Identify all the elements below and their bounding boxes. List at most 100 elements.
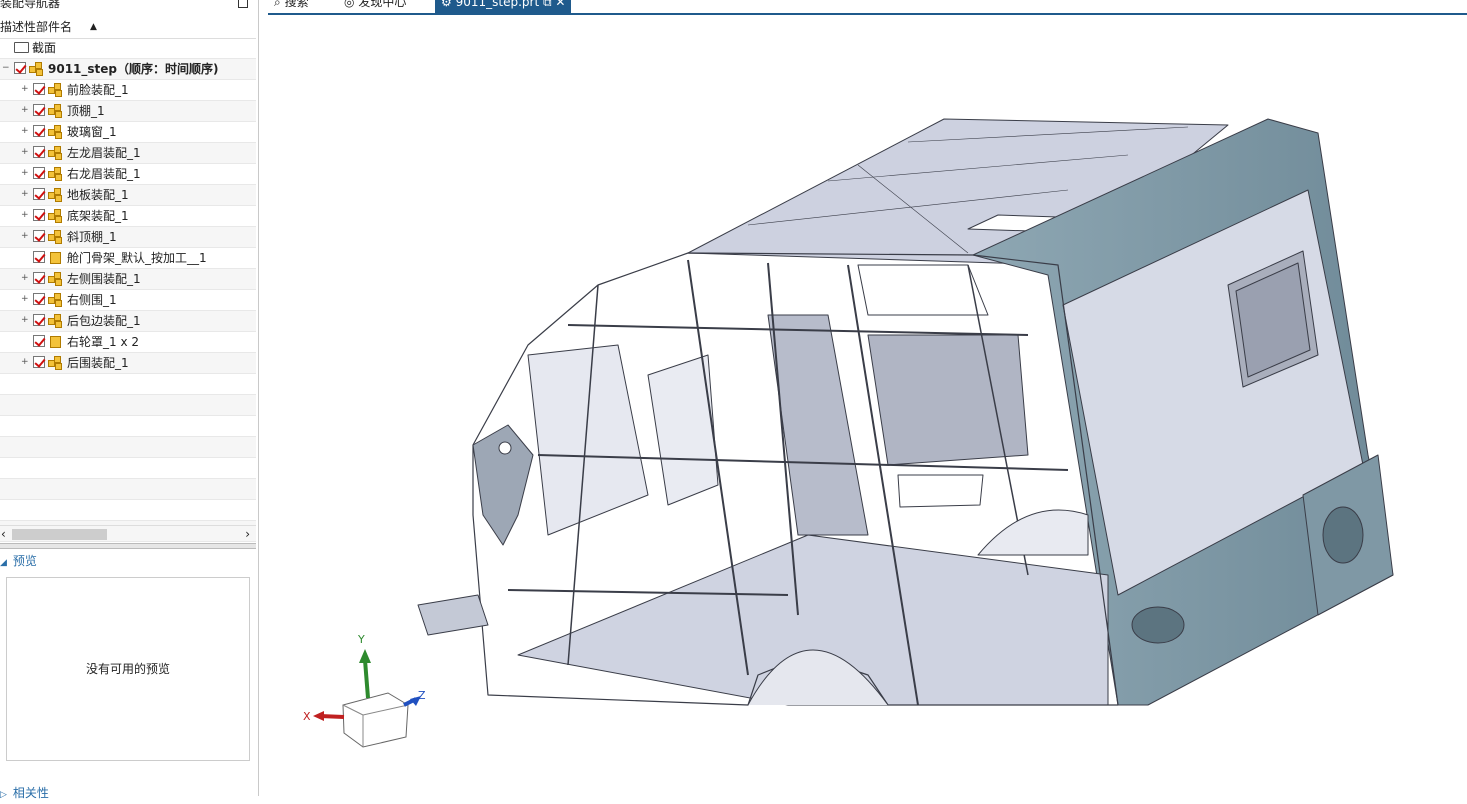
tree-node[interactable]: + 顶棚_1 (0, 101, 256, 122)
assembly-icon (48, 83, 64, 98)
empty-row (0, 479, 256, 500)
visibility-checkbox[interactable] (33, 146, 45, 158)
tree-node[interactable]: + 地板装配_1 (0, 185, 256, 206)
visibility-checkbox[interactable] (33, 188, 45, 200)
expand-node-icon[interactable]: + (21, 274, 29, 283)
visibility-checkbox[interactable] (14, 62, 26, 74)
tree-node[interactable]: + 后包边装配_1 (0, 311, 256, 332)
tree-node-label: 右侧围_1 (67, 293, 117, 307)
visibility-checkbox[interactable] (33, 125, 45, 137)
tab-part-file[interactable]: ⚙ 9011_step.prt ⧉ ✕ (435, 0, 572, 13)
horizontal-scrollbar[interactable]: ‹ › (0, 525, 256, 543)
expand-node-icon[interactable]: + (21, 106, 29, 115)
x-axis-label: X (303, 710, 311, 723)
tree-node[interactable]: + 左龙眉装配_1 (0, 143, 256, 164)
expand-node-icon[interactable]: + (21, 211, 29, 220)
tab-part-file-label: 9011_step.prt (455, 0, 540, 9)
tree-node-label: 左侧围装配_1 (67, 272, 141, 286)
visibility-checkbox[interactable] (33, 83, 45, 95)
tree-node[interactable]: + 底架装配_1 (0, 206, 256, 227)
tree-node-label: 地板装配_1 (67, 188, 129, 202)
tree-node[interactable]: 截面 (0, 38, 256, 59)
expand-node-icon[interactable]: + (21, 85, 29, 94)
maximize-icon[interactable] (238, 0, 248, 8)
popout-icon[interactable]: ⧉ (543, 0, 552, 9)
tree-node-label: 9011_step（顺序：时间顺序) (48, 62, 219, 76)
tree-node-label: 后围装配_1 (67, 356, 129, 370)
collapse-node-icon[interactable]: − (2, 64, 10, 73)
preview-empty-message: 没有可用的预览 (85, 662, 170, 676)
visibility-checkbox[interactable] (33, 272, 45, 284)
tree-node-label: 舱门骨架_默认_按加工__1 (67, 251, 207, 265)
visibility-checkbox[interactable] (33, 314, 45, 326)
scrollbar-thumb[interactable] (12, 529, 107, 540)
expand-node-icon[interactable]: + (21, 295, 29, 304)
dependencies-section-header[interactable]: ▷ 相关性 (0, 784, 49, 802)
tree-node[interactable]: − 9011_step（顺序：时间顺序) (0, 59, 256, 80)
expand-node-icon[interactable]: + (21, 232, 29, 241)
visibility-checkbox[interactable] (33, 356, 45, 368)
preview-section-header[interactable]: ◢ 预览 (0, 552, 37, 570)
caravan-3d-model[interactable]: Y X Z (268, 15, 1467, 796)
tree-node[interactable]: + 右侧围_1 (0, 290, 256, 311)
tree-node-label: 前脸装配_1 (67, 83, 129, 97)
scroll-right-icon[interactable]: › (245, 526, 250, 543)
tab-discovery-center[interactable]: ◎ 发现中心 (344, 0, 406, 13)
graphics-viewport[interactable]: Y X Z (268, 15, 1467, 796)
tree-node-label: 截面 (32, 41, 57, 55)
document-tab-bar: ⌕ 搜索 ◎ 发现中心 ⚙ 9011_step.prt ⧉ ✕ (268, 0, 1467, 15)
view-triad: Y X Z (303, 633, 426, 748)
search-icon: ⌕ (274, 0, 281, 9)
tab-search[interactable]: ⌕ 搜索 (274, 0, 309, 13)
assembly-icon (48, 188, 64, 203)
empty-row (0, 458, 256, 479)
discovery-icon: ◎ (344, 0, 355, 9)
visibility-checkbox[interactable] (33, 209, 45, 221)
tree-node-label: 斜顶棚_1 (67, 230, 117, 244)
expand-icon: ▷ (0, 790, 7, 800)
tree-node[interactable]: + 左侧围装配_1 (0, 269, 256, 290)
assembly-icon (48, 272, 64, 287)
panel-splitter[interactable] (0, 543, 256, 549)
tree-node-label: 玻璃窗_1 (67, 125, 117, 139)
visibility-checkbox[interactable] (33, 104, 45, 116)
tree-node[interactable]: + 右龙眉装配_1 (0, 164, 256, 185)
expand-node-icon[interactable]: + (21, 127, 29, 136)
z-axis-label: Z (418, 689, 426, 702)
part-icon (50, 252, 61, 264)
assembly-icon (48, 209, 64, 224)
part-icon (50, 336, 61, 348)
tree-node[interactable]: + 斜顶棚_1 (0, 227, 256, 248)
tree-node[interactable]: + 后围装配_1 (0, 353, 256, 374)
expand-node-icon[interactable]: + (21, 148, 29, 157)
column-header[interactable]: 描述性部件名 ▲ (0, 17, 256, 39)
sort-ascending-icon[interactable]: ▲ (90, 17, 97, 38)
tree-node-label: 底架装配_1 (67, 209, 129, 223)
assembly-tree: 截面 −9011_step（顺序：时间顺序) + 前脸装配_1 + 顶棚_1 + 玻璃窗_1 +… (0, 38, 256, 542)
assembly-icon (48, 104, 64, 119)
scroll-left-icon[interactable]: ‹ (1, 526, 6, 543)
tree-node[interactable]: + 玻璃窗_1 (0, 122, 256, 143)
tree-node[interactable]: 右轮罩_1 x 2 (0, 332, 256, 353)
empty-row (0, 395, 256, 416)
visibility-checkbox[interactable] (33, 251, 45, 263)
assembly-navigator: 装配导航器 描述性部件名 ▲ 截面 − 9011_step（顺序：时间顺序) + 前脸装… (0, 0, 259, 800)
visibility-checkbox[interactable] (33, 167, 45, 179)
empty-row (0, 374, 256, 395)
expand-node-icon[interactable]: + (21, 358, 29, 367)
assembly-icon (48, 230, 64, 245)
tree-node-label: 右龙眉装配_1 (67, 167, 141, 181)
close-icon[interactable]: ✕ (555, 0, 565, 9)
dependencies-title: 相关性 (12, 786, 49, 800)
tree-node[interactable]: + 前脸装配_1 (0, 80, 256, 101)
empty-row (0, 500, 256, 521)
y-axis-label: Y (357, 633, 365, 646)
visibility-checkbox[interactable] (33, 230, 45, 242)
visibility-checkbox[interactable] (33, 293, 45, 305)
visibility-checkbox[interactable] (33, 335, 45, 347)
assembly-icon (48, 125, 64, 140)
expand-node-icon[interactable]: + (21, 169, 29, 178)
expand-node-icon[interactable]: + (21, 316, 29, 325)
expand-node-icon[interactable]: + (21, 190, 29, 199)
tree-node[interactable]: 舱门骨架_默认_按加工__1 (0, 248, 256, 269)
